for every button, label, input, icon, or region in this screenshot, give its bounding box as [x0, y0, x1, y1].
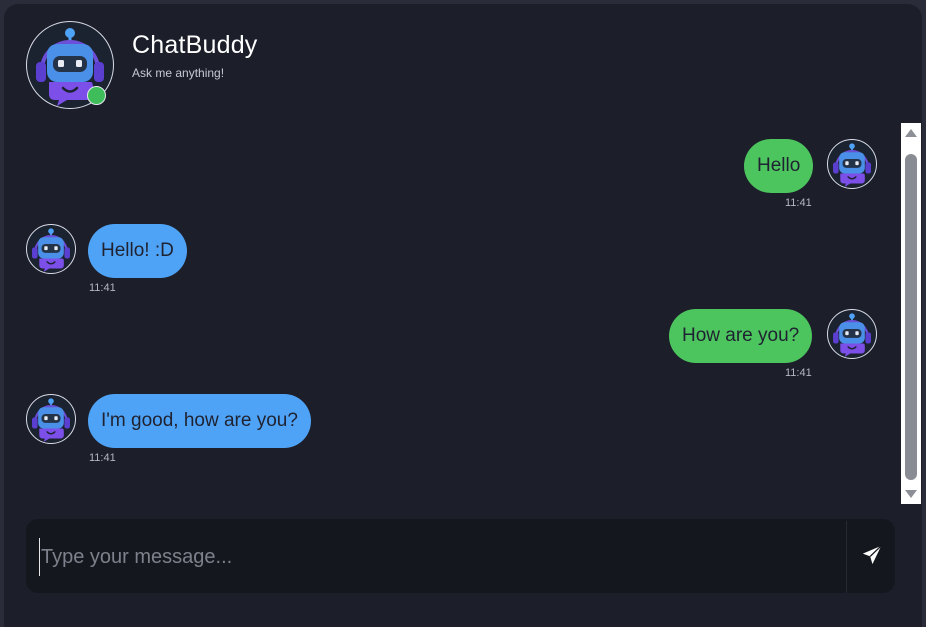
bot-message-bubble: I'm good, how are you?: [88, 394, 311, 448]
robot-icon: [32, 398, 70, 442]
bot-avatar: [26, 224, 76, 274]
message-timestamp: 11:41: [785, 367, 812, 379]
robot-icon: [32, 228, 70, 272]
message-composer: [26, 519, 895, 593]
online-status-indicator: [87, 86, 106, 105]
composer-divider: [846, 521, 847, 593]
send-button[interactable]: [848, 519, 895, 593]
robot-icon: [833, 313, 871, 357]
app-title: ChatBuddy: [132, 31, 258, 59]
message-timestamp: 11:41: [89, 282, 116, 294]
user-message-bubble: Hello: [744, 139, 814, 193]
user-avatar: [827, 309, 877, 359]
send-icon: [862, 545, 882, 565]
user-message-bubble: How are you?: [669, 309, 813, 363]
bot-avatar: [26, 394, 76, 444]
message-scrollbar[interactable]: [901, 123, 921, 504]
message-timestamp: 11:41: [785, 197, 812, 209]
message-input[interactable]: [39, 538, 833, 576]
scroll-up-arrow-icon[interactable]: [905, 129, 917, 137]
app-window: ChatBuddy Ask me anything! Hello 11:41 H…: [0, 0, 926, 627]
app-subtitle: Ask me anything!: [132, 66, 225, 80]
bot-message-bubble: Hello! :D: [88, 224, 187, 278]
scroll-down-arrow-icon[interactable]: [905, 490, 917, 498]
scrollbar-thumb[interactable]: [905, 154, 917, 480]
message-list: Hello 11:41 Hello!:D 11:41 How are you?…: [0, 122, 900, 504]
user-avatar: [827, 139, 877, 189]
robot-icon: [833, 143, 871, 187]
message-timestamp: 11:41: [89, 452, 116, 464]
